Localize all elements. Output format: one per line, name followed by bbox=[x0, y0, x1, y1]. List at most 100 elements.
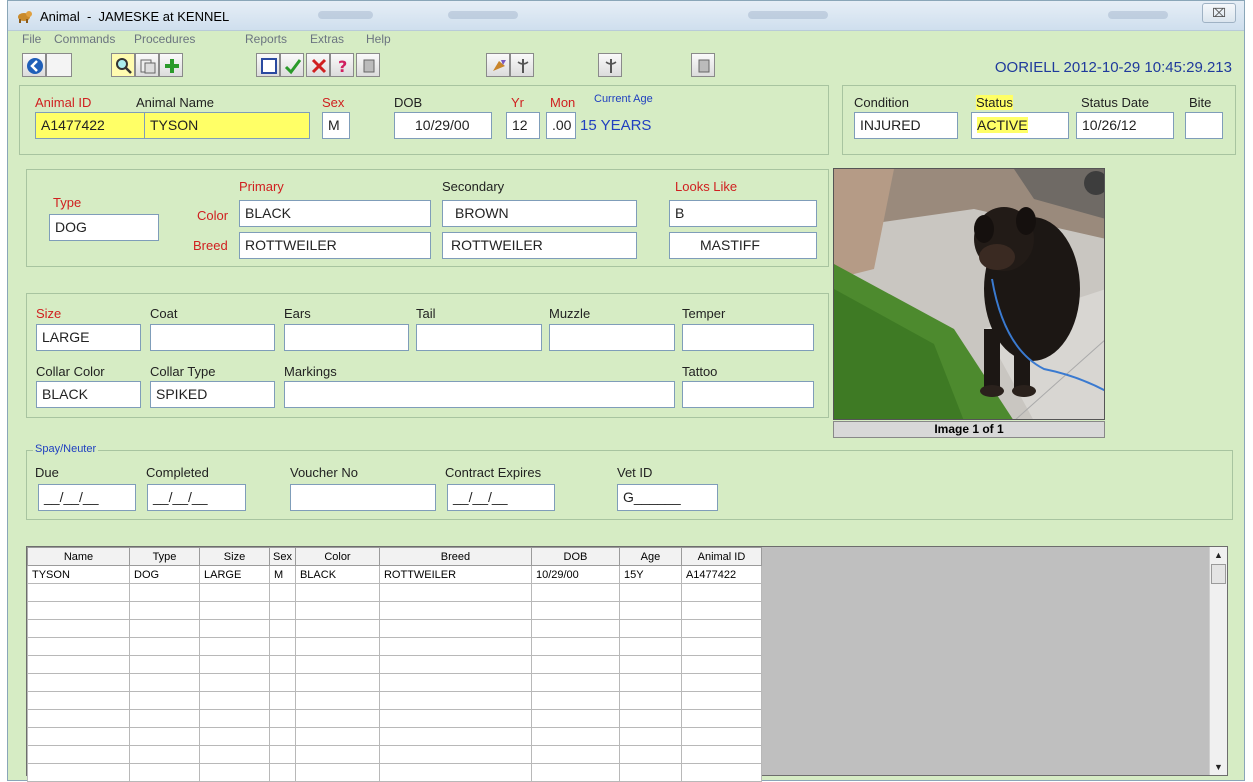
empty-cell bbox=[129, 637, 200, 656]
menu-help[interactable]: Help bbox=[366, 32, 391, 46]
animal-id-field[interactable]: A1477422 bbox=[35, 112, 145, 139]
dog-photo-image bbox=[834, 169, 1104, 419]
bite-field[interactable] bbox=[1185, 112, 1223, 139]
table-row[interactable] bbox=[27, 763, 762, 782]
close-button[interactable]: ⌧ bbox=[1202, 3, 1236, 23]
empty-cell bbox=[618, 655, 682, 674]
collar-color-field[interactable]: BLACK bbox=[36, 381, 141, 408]
collar-type-field[interactable]: SPIKED bbox=[150, 381, 275, 408]
add-button[interactable] bbox=[159, 53, 183, 77]
column-header-age[interactable]: Age bbox=[618, 547, 682, 566]
scroll-thumb[interactable] bbox=[1211, 564, 1226, 584]
muzzle-label: Muzzle bbox=[549, 306, 591, 321]
condition-field[interactable]: INJURED bbox=[854, 112, 958, 139]
empty-cell bbox=[27, 619, 130, 638]
delete-button[interactable] bbox=[306, 53, 330, 77]
empty-cell bbox=[269, 655, 296, 674]
completed-label: Completed bbox=[146, 465, 209, 480]
table-row[interactable] bbox=[27, 583, 762, 602]
dob-field[interactable]: 10/29/00 bbox=[394, 112, 492, 139]
menu-file[interactable]: File bbox=[22, 32, 41, 46]
back-button[interactable] bbox=[22, 53, 46, 77]
help-button[interactable]: ? bbox=[330, 53, 354, 77]
animal-name-field[interactable]: TYSON bbox=[144, 112, 310, 139]
vet-id-label: Vet ID bbox=[617, 465, 653, 480]
tail-label: Tail bbox=[416, 306, 436, 321]
table-row[interactable]: TYSON DOG LARGE M BLACK ROTTWEILER 10/29… bbox=[27, 565, 762, 584]
completed-field[interactable]: __/__/__ bbox=[147, 484, 246, 511]
notes-button[interactable] bbox=[691, 53, 715, 77]
empty-cell bbox=[294, 727, 380, 746]
search-button[interactable] bbox=[111, 53, 135, 77]
ears-field[interactable] bbox=[284, 324, 409, 351]
pet-button[interactable] bbox=[486, 53, 510, 77]
looks-like-color-field[interactable]: B bbox=[669, 200, 817, 227]
size-field[interactable]: LARGE bbox=[36, 324, 141, 351]
animal-photo[interactable] bbox=[833, 168, 1105, 420]
copy-button[interactable] bbox=[135, 53, 159, 77]
cell-age: 15Y bbox=[618, 565, 682, 584]
column-header-color[interactable]: Color bbox=[294, 547, 380, 566]
vet-id-field[interactable]: G______ bbox=[617, 484, 718, 511]
scroll-down-icon[interactable]: ▼ bbox=[1210, 759, 1227, 775]
empty-cell bbox=[129, 691, 200, 710]
column-header-breed[interactable]: Breed bbox=[378, 547, 532, 566]
column-header-sex[interactable]: Sex bbox=[269, 547, 296, 566]
column-header-animal-id[interactable]: Animal ID bbox=[680, 547, 762, 566]
menu-extras[interactable]: Extras bbox=[310, 32, 344, 46]
table-row[interactable] bbox=[27, 745, 762, 764]
collar-type-label: Collar Type bbox=[150, 364, 216, 379]
menu-reports[interactable]: Reports bbox=[245, 32, 287, 46]
spay-neuter-panel: Spay/Neuter Due __/__/__ Completed __/__… bbox=[26, 443, 1233, 520]
empty-cell bbox=[680, 583, 762, 602]
empty-cell bbox=[129, 583, 200, 602]
mon-field[interactable]: .00 bbox=[546, 112, 576, 139]
scroll-up-icon[interactable]: ▲ bbox=[1210, 547, 1227, 563]
column-header-size[interactable]: Size bbox=[199, 547, 270, 566]
coat-field[interactable] bbox=[150, 324, 275, 351]
new-record-button[interactable] bbox=[256, 53, 280, 77]
table-row[interactable] bbox=[27, 655, 762, 674]
empty-cell bbox=[378, 655, 532, 674]
table-row[interactable] bbox=[27, 727, 762, 746]
table-row[interactable] bbox=[27, 709, 762, 728]
column-header-type[interactable]: Type bbox=[129, 547, 200, 566]
table-row[interactable] bbox=[27, 619, 762, 638]
voucher-field[interactable] bbox=[290, 484, 436, 511]
table-row[interactable] bbox=[27, 637, 762, 656]
menu-commands[interactable]: Commands bbox=[54, 32, 115, 46]
table-row[interactable] bbox=[27, 673, 762, 692]
primary-breed-field[interactable]: ROTTWEILER bbox=[239, 232, 431, 259]
accept-button[interactable] bbox=[280, 53, 304, 77]
column-header-name[interactable]: Name bbox=[27, 547, 130, 566]
type-field[interactable]: DOG bbox=[49, 214, 159, 241]
grid-scrollbar[interactable]: ▲ ▼ bbox=[1209, 547, 1227, 775]
menu-procedures[interactable]: Procedures bbox=[134, 32, 195, 46]
cell-size: LARGE bbox=[199, 565, 270, 584]
dog-app-icon bbox=[18, 11, 32, 23]
primary-color-field[interactable]: BLACK bbox=[239, 200, 431, 227]
secondary-breed-field[interactable]: ROTTWEILER bbox=[442, 232, 637, 259]
looks-like-breed-field[interactable]: MASTIFF bbox=[669, 232, 817, 259]
empty-cell bbox=[530, 727, 620, 746]
contract-expires-field[interactable]: __/__/__ bbox=[447, 484, 555, 511]
calculator-button[interactable] bbox=[356, 53, 380, 77]
sex-field[interactable]: M bbox=[322, 112, 350, 139]
tattoo-field[interactable] bbox=[682, 381, 814, 408]
yr-field[interactable]: 12 bbox=[506, 112, 540, 139]
bite-label: Bite bbox=[1189, 95, 1212, 110]
temper-field[interactable] bbox=[682, 324, 814, 351]
vet-button[interactable] bbox=[510, 53, 534, 77]
tail-field[interactable] bbox=[416, 324, 542, 351]
column-header-dob[interactable]: DOB bbox=[530, 547, 620, 566]
secondary-color-field[interactable]: BROWN bbox=[442, 200, 637, 227]
muzzle-field[interactable] bbox=[549, 324, 675, 351]
status-field[interactable]: ACTIVE bbox=[971, 112, 1069, 139]
medical-button[interactable] bbox=[598, 53, 622, 77]
markings-field[interactable] bbox=[284, 381, 675, 408]
table-row[interactable] bbox=[27, 691, 762, 710]
status-date-field[interactable]: 10/26/12 bbox=[1076, 112, 1174, 139]
due-field[interactable]: __/__/__ bbox=[38, 484, 136, 511]
blank-button[interactable] bbox=[46, 53, 72, 77]
table-row[interactable] bbox=[27, 601, 762, 620]
